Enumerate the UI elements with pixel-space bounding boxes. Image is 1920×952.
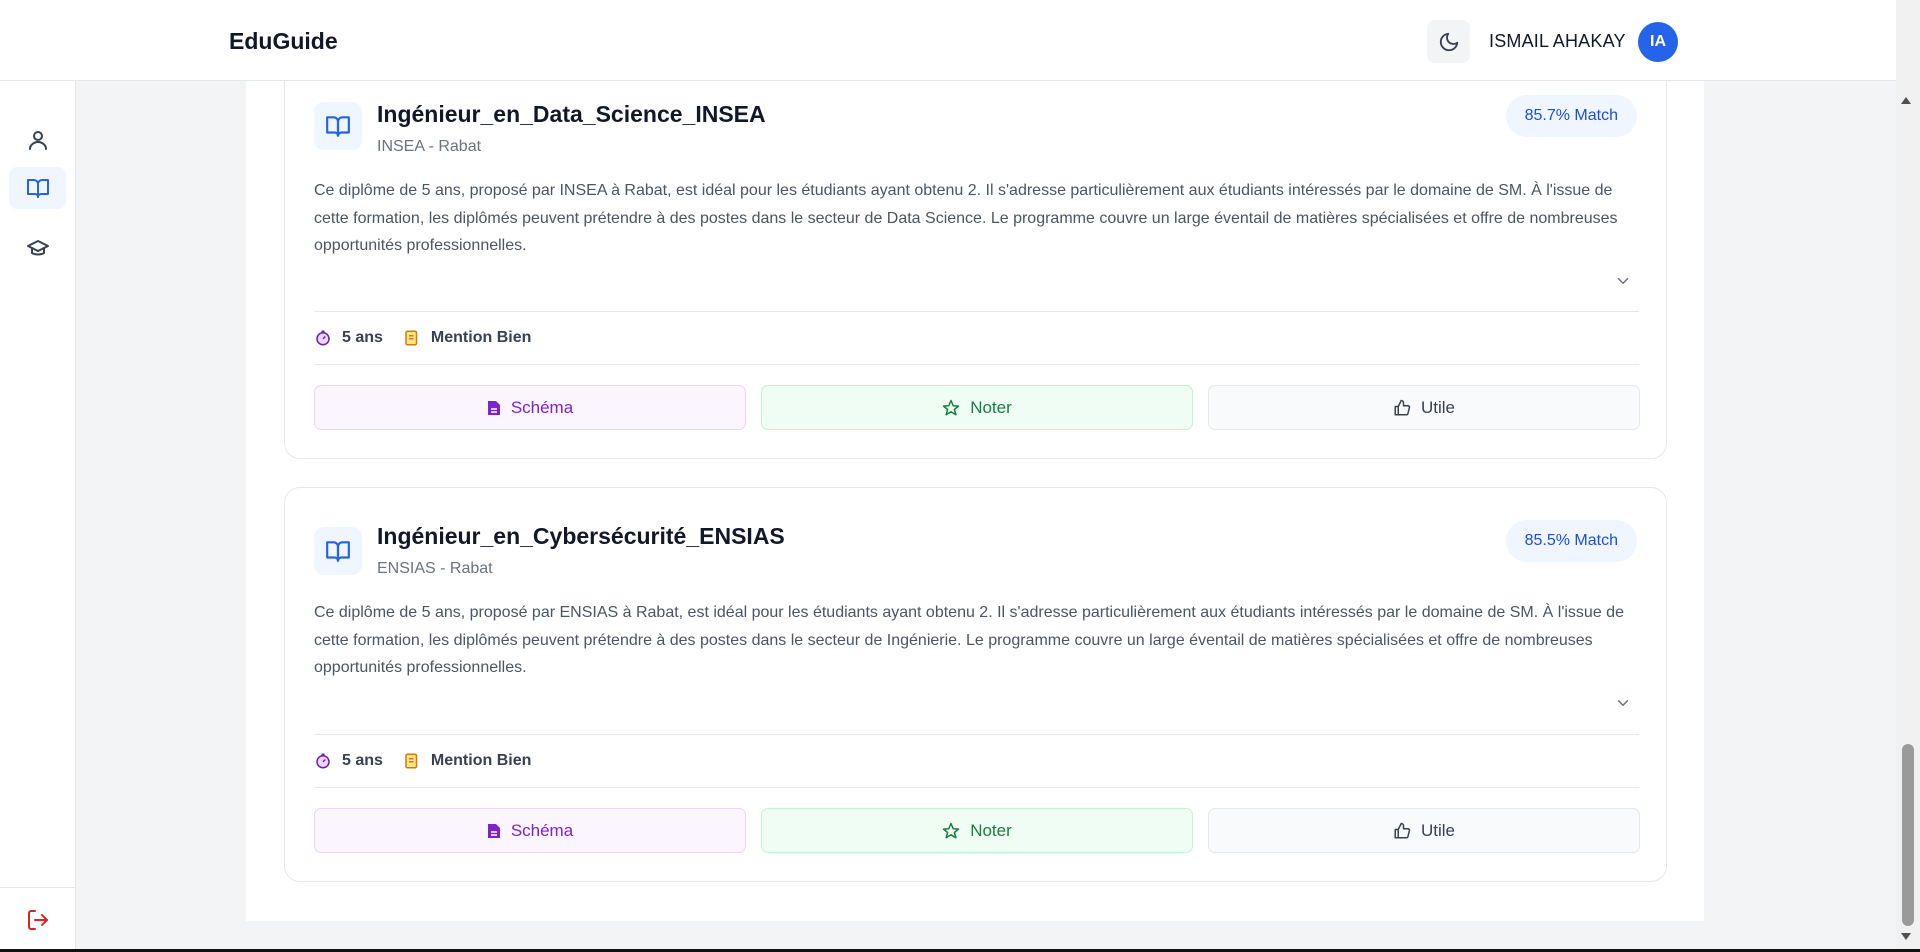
sidebar-item-programs[interactable] xyxy=(9,167,66,209)
stopwatch-icon xyxy=(316,330,330,346)
graduation-cap-icon xyxy=(26,240,49,256)
book-open-icon xyxy=(326,541,350,562)
sidebar xyxy=(0,81,76,952)
noter-button[interactable]: Noter xyxy=(761,808,1193,853)
program-description: Ce diplôme de 5 ans, proposé par ENSIAS … xyxy=(314,604,1624,676)
utile-label: Utile xyxy=(1420,820,1455,840)
thumbs-up-icon xyxy=(1394,399,1411,415)
stopwatch-icon xyxy=(316,753,330,769)
star-icon xyxy=(942,399,960,415)
card-actions: Schéma Noter Utile xyxy=(314,808,1640,853)
program-card: Ingénieur_en_Data_Science_INSEA INSEA - … xyxy=(284,62,1667,459)
program-meta: 5 ans Mention Bien xyxy=(314,752,541,770)
card-book-icon-wrap xyxy=(314,102,362,150)
divider xyxy=(314,364,1639,365)
duration-label: 5 ans xyxy=(342,329,383,346)
divider xyxy=(314,787,1639,788)
book-open-icon xyxy=(26,179,49,198)
schema-label: Schéma xyxy=(510,397,574,417)
program-description: Ce diplôme de 5 ans, proposé par INSEA à… xyxy=(314,182,1618,254)
program-title[interactable]: Ingénieur_en_Cybersécurité_ENSIAS xyxy=(377,523,785,550)
star-icon xyxy=(942,822,960,838)
schema-label: Schéma xyxy=(510,820,574,840)
mention-label: Mention Bien xyxy=(430,329,532,346)
top-header-overlay: EduGuide ISMAIL AHAKAY IA xyxy=(0,0,1896,81)
sidebar-item-education[interactable] xyxy=(9,227,66,269)
schema-button[interactable]: Schéma xyxy=(314,385,746,430)
scroll-up-arrow-icon[interactable] xyxy=(1900,95,1912,107)
scrollbar-thumb[interactable] xyxy=(1902,744,1914,926)
duration: 5 ans xyxy=(314,329,383,347)
program-meta: 5 ans Mention Bien xyxy=(314,329,541,347)
brand-logo[interactable]: EduGuide xyxy=(229,28,338,55)
card-book-icon-wrap xyxy=(314,527,362,575)
duration-label: 5 ans xyxy=(342,752,383,769)
thumbs-up-icon xyxy=(1394,822,1411,838)
utile-button[interactable]: Utile xyxy=(1208,808,1640,853)
program-title[interactable]: Ingénieur_en_Data_Science_INSEA xyxy=(377,101,766,128)
mention-label: Mention Bien xyxy=(430,752,532,769)
moon-icon xyxy=(1439,32,1458,51)
sidebar-divider xyxy=(0,887,76,888)
chevron-down-icon[interactable] xyxy=(1614,694,1632,712)
mention: Mention Bien xyxy=(403,752,531,770)
scroll-icon xyxy=(405,753,418,769)
program-card: Ingénieur_en_Cybersécurité_ENSIAS ENSIAS… xyxy=(284,487,1667,882)
theme-toggle-button[interactable] xyxy=(1427,20,1470,63)
duration: 5 ans xyxy=(314,752,383,770)
book-open-icon xyxy=(326,116,350,137)
utile-button[interactable]: Utile xyxy=(1208,385,1640,430)
match-badge: 85.7% Match xyxy=(1505,95,1637,137)
program-school: ENSIAS - Rabat xyxy=(377,560,493,577)
scroll-down-arrow-icon[interactable] xyxy=(1900,930,1912,942)
divider xyxy=(314,734,1639,735)
match-badge: 85.5% Match xyxy=(1505,520,1637,562)
user-name[interactable]: ISMAIL AHAKAY xyxy=(1489,31,1626,52)
program-school: INSEA - Rabat xyxy=(377,138,482,155)
file-icon xyxy=(487,400,500,415)
logout-icon xyxy=(27,910,48,930)
divider xyxy=(314,311,1639,312)
noter-label: Noter xyxy=(970,820,1012,840)
user-icon xyxy=(28,131,47,150)
chevron-down-icon[interactable] xyxy=(1614,272,1632,290)
utile-label: Utile xyxy=(1420,397,1455,417)
avatar[interactable]: IA xyxy=(1638,22,1678,62)
noter-label: Noter xyxy=(970,397,1012,417)
card-actions: Schéma Noter Utile xyxy=(314,385,1640,430)
scroll-icon xyxy=(405,330,418,346)
sidebar-item-profile[interactable] xyxy=(9,119,66,161)
mention: Mention Bien xyxy=(403,329,531,347)
schema-button[interactable]: Schéma xyxy=(314,808,746,853)
file-icon xyxy=(487,823,500,838)
noter-button[interactable]: Noter xyxy=(761,385,1193,430)
logout-button[interactable] xyxy=(9,899,66,941)
